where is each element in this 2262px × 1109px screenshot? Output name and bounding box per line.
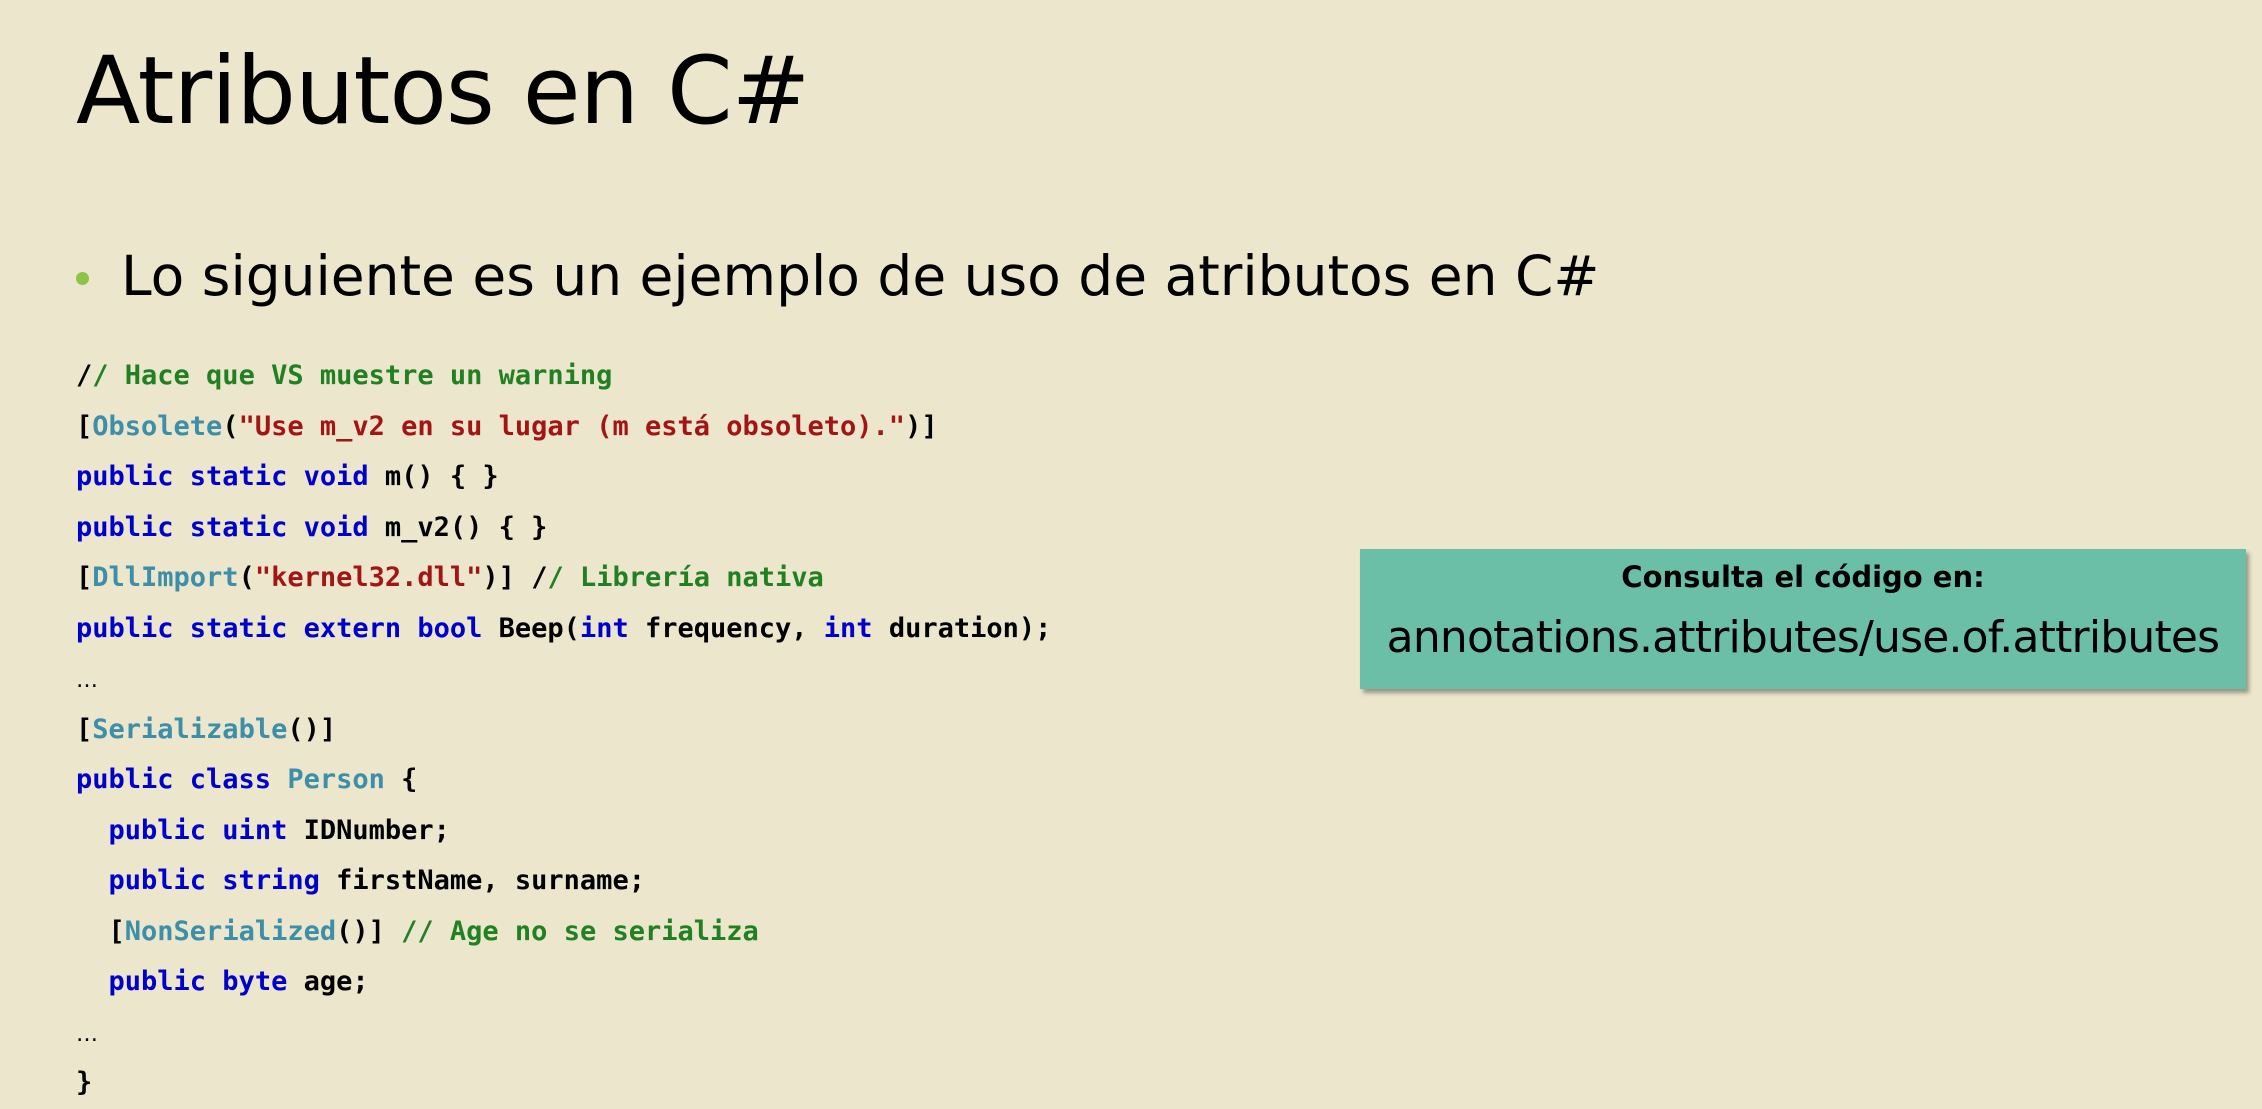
code-token: int xyxy=(579,612,629,644)
code-line: public string firstName, surname; xyxy=(76,856,1051,907)
code-token: / xyxy=(76,360,93,391)
code-line: public byte age; xyxy=(76,957,1051,1008)
code-token: [ xyxy=(76,562,93,593)
code-token: … xyxy=(76,1021,98,1047)
code-token: public uint xyxy=(108,814,288,846)
code-token: )] / xyxy=(482,562,548,593)
code-token: ()] xyxy=(336,915,402,947)
code-token: } xyxy=(76,1067,93,1098)
code-block: // Hace que VS muestre un warning [Obsole… xyxy=(76,351,1051,1109)
code-line: [Serializable()] xyxy=(76,705,1051,756)
code-line: public static void m() { } xyxy=(76,452,1051,503)
code-line: // Hace que VS muestre un warning xyxy=(76,351,1051,402)
code-line: } xyxy=(76,1058,1051,1109)
code-token: … xyxy=(76,668,98,693)
code-token: age; xyxy=(287,966,369,997)
code-token: // Age no se serializa xyxy=(401,915,759,947)
code-token: firstName, surname; xyxy=(319,865,645,896)
code-line: public uint IDNumber; xyxy=(76,806,1051,857)
code-token: Person xyxy=(287,764,385,795)
code-token: public class xyxy=(76,764,272,795)
code-line: [NonSerialized()] // Age no se serializa xyxy=(76,907,1051,958)
code-token: Beep( xyxy=(482,612,580,644)
bullet-item: Lo siguiente es un ejemplo de uso de atr… xyxy=(76,246,1599,307)
code-line: … xyxy=(76,654,1051,705)
code-token: "Use m_v2 en su lugar (m está obsoleto).… xyxy=(238,410,906,442)
code-line: … xyxy=(76,1008,1051,1059)
code-token: m_v2() { } xyxy=(368,511,548,543)
code-token: m() { } xyxy=(368,461,499,492)
code-token: ( xyxy=(238,562,255,593)
code-token: ( xyxy=(222,410,239,442)
bullet-dot-icon xyxy=(76,271,89,285)
code-token: int xyxy=(823,612,873,644)
code-token: NonSerialized xyxy=(124,915,337,947)
code-reference-callout: Consulta el código en: annotations.attri… xyxy=(1360,549,2246,689)
code-token: Serializable xyxy=(92,713,288,745)
code-token: "kernel32.dll" xyxy=(254,562,483,593)
code-token: ()] xyxy=(287,713,337,745)
code-token: [ xyxy=(76,410,93,442)
bullet-text: Lo siguiente es un ejemplo de uso de atr… xyxy=(121,244,1600,308)
code-token: / Librería nativa xyxy=(547,562,824,593)
code-token: duration); xyxy=(872,612,1052,644)
code-line: [DllImport("kernel32.dll")] // Librería … xyxy=(76,553,1051,604)
code-token: { xyxy=(384,764,418,795)
code-token: public static void xyxy=(76,461,369,492)
code-token: / Hace que VS muestre un warning xyxy=(92,360,613,391)
code-token: frequency, xyxy=(628,612,824,644)
code-token: Obsolete xyxy=(92,410,223,442)
code-token: [ xyxy=(76,713,93,745)
slide-title: Atributos en C# xyxy=(76,37,810,146)
callout-path: annotations.attributes/use.of.attributes xyxy=(1386,612,2220,663)
code-token: public string xyxy=(108,865,320,896)
code-token: DllImport xyxy=(92,562,239,593)
code-line: public static extern bool Beep(int frequ… xyxy=(76,604,1051,655)
code-line: public class Person { xyxy=(76,755,1051,806)
callout-label: Consulta el código en: xyxy=(1621,560,1985,594)
code-token: [ xyxy=(76,915,125,947)
code-token: public static extern bool xyxy=(76,612,483,644)
code-token: )] xyxy=(905,410,938,442)
code-token: public static void xyxy=(76,511,369,543)
code-token: public byte xyxy=(108,966,288,997)
code-line: [Obsolete("Use m_v2 en su lugar (m está … xyxy=(76,402,1051,453)
code-line: public static void m_v2() { } xyxy=(76,503,1051,554)
code-token: IDNumber; xyxy=(287,814,450,846)
